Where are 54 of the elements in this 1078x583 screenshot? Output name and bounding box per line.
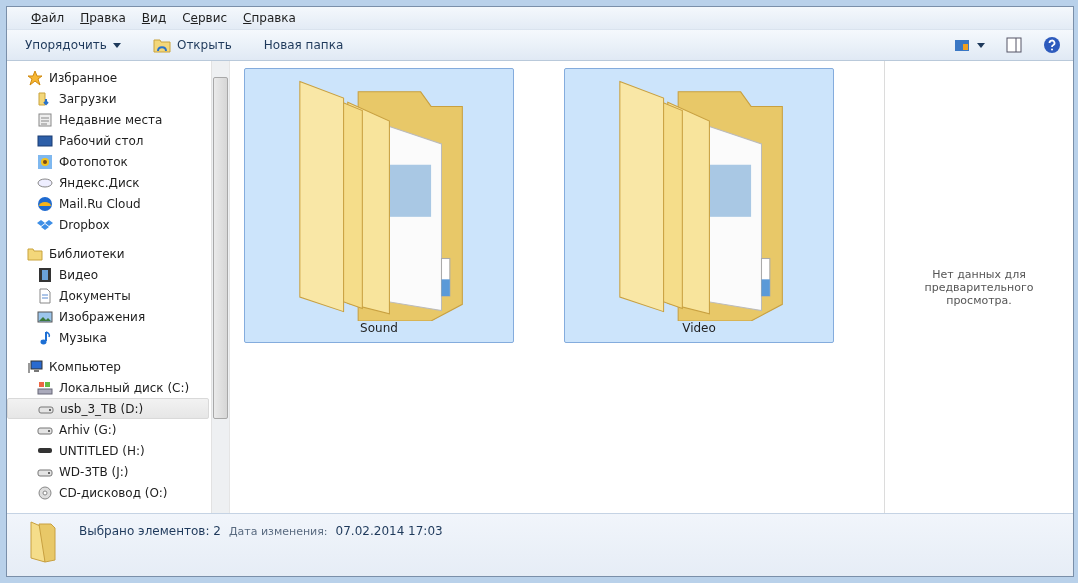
folder-tile[interactable]: Sound (244, 68, 514, 343)
folder-icon (27, 245, 43, 262)
menu-item[interactable]: Правка (74, 9, 132, 27)
help-icon[interactable] (1043, 36, 1061, 54)
folder-tile[interactable]: Video (564, 68, 834, 343)
nav-item[interactable]: Локальный диск (C:) (7, 377, 209, 398)
film-icon (37, 266, 53, 283)
menu-item[interactable]: Вид (135, 9, 173, 27)
nav-item[interactable]: Фотопоток (7, 151, 209, 172)
sunflower-icon (37, 153, 53, 170)
star-icon (27, 69, 43, 86)
picture-icon (37, 308, 53, 325)
nav-item[interactable]: Видео (7, 264, 209, 285)
nav-item[interactable]: Музыка (7, 327, 209, 348)
organize-button[interactable]: Упорядочить (19, 35, 127, 55)
nav-item[interactable]: Яндекс.Диск (7, 172, 209, 193)
modified-label: Дата изменения: (228, 525, 328, 538)
nav-item[interactable]: Документы (7, 285, 209, 306)
modified-value: 07.02.2014 17:03 (335, 524, 443, 538)
drive-icon (37, 448, 53, 453)
computer-icon (27, 358, 43, 375)
menu-item[interactable]: Файл (25, 9, 71, 27)
nav-item[interactable]: CD-дисковод (O:) (7, 482, 209, 503)
nav-item[interactable]: usb_3_TB (D:) (7, 398, 209, 419)
nav-item[interactable]: Изображения (7, 306, 209, 327)
folder-icon (152, 36, 171, 54)
nav-group[interactable]: Библиотеки (7, 243, 211, 264)
menu-item[interactable]: Сервис (176, 9, 234, 27)
scrollbar[interactable] (211, 61, 229, 513)
selection-count: Выбрано элементов: 2 (79, 524, 221, 538)
nav-item[interactable]: UNTITLED (H:) (7, 440, 209, 461)
cloud-icon (37, 195, 53, 212)
nav-item[interactable]: Рабочий стол (7, 130, 209, 151)
nav-item[interactable]: Mail.Ru Cloud (7, 193, 209, 214)
preview-message: Нет данных для предварительного просмотра. (923, 267, 1035, 307)
caret-icon (112, 42, 121, 48)
nav-item[interactable]: WD-3TB (J:) (7, 461, 209, 482)
menu-item[interactable]: Справка (237, 9, 302, 27)
desktop-icon (37, 132, 53, 149)
open-button[interactable]: Открыть (146, 33, 238, 57)
document-icon (37, 287, 53, 304)
nav-item[interactable]: Arhiv (G:) (7, 419, 209, 440)
new-folder-button[interactable]: Новая папка (257, 35, 350, 55)
nav-item[interactable]: Загрузки (7, 88, 209, 109)
nav-group[interactable]: Компьютер (7, 356, 211, 377)
places-icon (37, 111, 53, 128)
disc-drive-icon (37, 484, 53, 501)
nav-group[interactable]: Избранное (7, 67, 211, 88)
caret-icon[interactable] (977, 42, 985, 48)
nav-item[interactable]: Недавние места (7, 109, 209, 130)
preview-pane-icon[interactable] (1005, 36, 1023, 54)
nav-item[interactable]: Dropbox (7, 214, 209, 235)
drive-icon (37, 379, 53, 396)
folder-icon (27, 518, 59, 564)
